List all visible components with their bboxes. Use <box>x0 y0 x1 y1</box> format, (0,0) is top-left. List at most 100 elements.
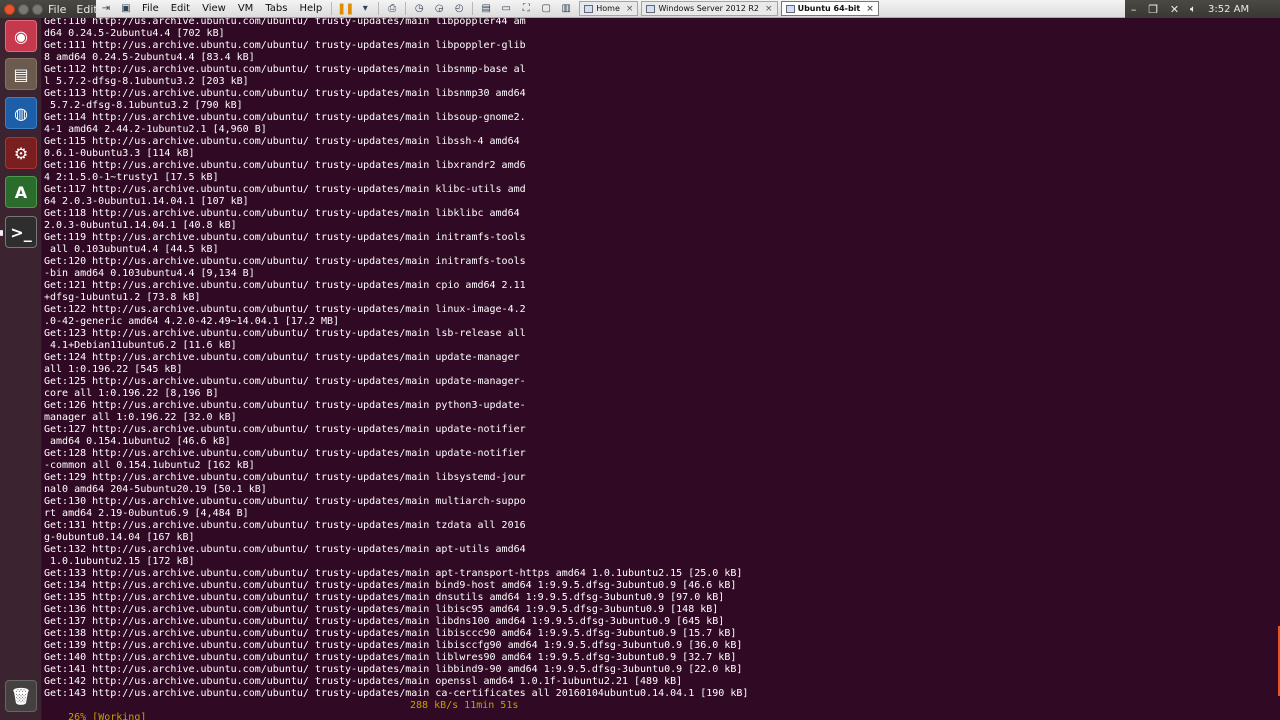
show-library-icon[interactable]: ▤ <box>479 3 493 15</box>
vm-menu-view[interactable]: View <box>196 3 232 14</box>
pause-icon[interactable]: ❚❚ <box>337 2 354 15</box>
toolbar-divider <box>378 2 380 15</box>
vm-menu-help[interactable]: Help <box>293 3 328 14</box>
restore-icon[interactable]: ❐ <box>1148 3 1158 16</box>
terminal-line: amd64 0.154.1ubuntu2 [46.6 kB] <box>44 436 231 447</box>
terminal-line: Get:133 http://us.archive.ubuntu.com/ubu… <box>44 568 743 579</box>
terminal-line: Get:139 http://us.archive.ubuntu.com/ubu… <box>44 640 743 651</box>
vm-menu-edit[interactable]: Edit <box>165 3 196 14</box>
terminal-line: Get:142 http://us.archive.ubuntu.com/ubu… <box>44 676 683 687</box>
terminal-line: Get:140 http://us.archive.ubuntu.com/ubu… <box>44 652 737 663</box>
terminal-line: Get:125 http://us.archive.ubuntu.com/ubu… <box>44 376 526 387</box>
firefox-icon[interactable]: ◍ <box>5 97 37 129</box>
terminal-line: manager all 1:0.196.22 [32.0 kB] <box>44 412 237 423</box>
terminal-line: Get:113 http://us.archive.ubuntu.com/ubu… <box>44 88 526 99</box>
vm-menu-tabs[interactable]: Tabs <box>259 3 293 14</box>
terminal-line: 5.7.2-dfsg-8.1ubuntu3.2 [790 kB] <box>44 100 243 111</box>
send-keys-icon[interactable]: ⎙ <box>385 3 399 15</box>
terminal-line: Get:120 http://us.archive.ubuntu.com/ubu… <box>44 256 526 267</box>
snapshot-revert-icon[interactable]: ◶ <box>432 3 446 15</box>
window-close-icon[interactable] <box>4 3 15 15</box>
files-icon[interactable]: ▤ <box>5 58 37 90</box>
terminal-line: Get:128 http://us.archive.ubuntu.com/ubu… <box>44 448 526 459</box>
window-maximize-icon[interactable] <box>32 3 43 15</box>
toolbar-divider <box>405 2 407 15</box>
terminal-line: Get:135 http://us.archive.ubuntu.com/ubu… <box>44 592 725 603</box>
toolbar-divider <box>331 2 333 15</box>
vm-library-icon[interactable]: ▣ <box>119 3 133 15</box>
terminal-line: Get:126 http://us.archive.ubuntu.com/ubu… <box>44 400 526 411</box>
vm-icon <box>785 4 795 13</box>
tab-ubuntu[interactable]: Ubuntu 64-bit × <box>780 1 879 16</box>
terminal-line: Get:116 http://us.archive.ubuntu.com/ubu… <box>44 160 526 171</box>
close-icon[interactable]: ✕ <box>1170 3 1179 16</box>
volume-icon[interactable]: 🔈︎ <box>1190 4 1196 15</box>
terminal-line: Get:124 http://us.archive.ubuntu.com/ubu… <box>44 352 520 363</box>
terminal-line: .0-42-generic amd64 4.2.0-42.49~14.04.1 … <box>44 316 340 327</box>
clock[interactable]: 3:52 AM <box>1208 4 1249 15</box>
terminal-line: Get:121 http://us.archive.ubuntu.com/ubu… <box>44 280 526 291</box>
terminal-line: Get:112 http://us.archive.ubuntu.com/ubu… <box>44 64 526 75</box>
close-icon[interactable]: × <box>626 4 634 14</box>
terminal-output: Get:110 http://us.archive.ubuntu.com/ubu… <box>44 18 748 700</box>
unity-launcher: ◉ ▤ ◍ ⚙ A >_ 🗑︎ <box>0 18 42 720</box>
system-settings-icon[interactable]: ⚙ <box>5 137 37 169</box>
terminal-line: Get:117 http://us.archive.ubuntu.com/ubu… <box>44 184 526 195</box>
download-rate: 288 kB/s 11min 51s <box>410 700 519 711</box>
terminal-line: l 5.7.2-dfsg-8.1ubuntu3.2 [203 kB] <box>44 76 249 87</box>
terminal-line: rt amd64 2.19-0ubuntu6.9 [4,484 B] <box>44 508 249 519</box>
dash-home-icon[interactable]: ◉ <box>5 20 37 52</box>
terminal-window[interactable]: Get:110 http://us.archive.ubuntu.com/ubu… <box>42 18 1280 720</box>
terminal-line: 1.0.1ubuntu2.15 [172 kB] <box>44 556 195 567</box>
tab-label: Ubuntu 64-bit <box>797 4 861 13</box>
terminal-line: 2.0.3-0ubuntu1.14.04.1 [40.8 kB] <box>44 220 237 231</box>
thumbnail-bar-icon[interactable]: ▭ <box>499 3 513 15</box>
terminal-line: Get:137 http://us.archive.ubuntu.com/ubu… <box>44 616 725 627</box>
close-icon[interactable]: × <box>866 4 874 14</box>
terminal-line: +dfsg-1ubuntu1.2 [73.8 kB] <box>44 292 201 303</box>
full-screen-icon[interactable]: ⛶ <box>519 3 533 15</box>
system-tray: 🔈︎ 3:52 AM <box>1190 0 1280 18</box>
chevron-down-icon[interactable]: ▾ <box>358 3 372 15</box>
tab-windows-server[interactable]: Windows Server 2012 R2 × <box>641 1 778 16</box>
vm-menu-vm[interactable]: VM <box>232 3 259 14</box>
terminal-line: Get:132 http://us.archive.ubuntu.com/ubu… <box>44 544 526 555</box>
software-center-icon[interactable]: A <box>5 176 37 208</box>
terminal-line: Get:115 http://us.archive.ubuntu.com/ubu… <box>44 136 520 147</box>
terminal-line: 8 amd64 0.24.5-2ubuntu4.4 [83.4 kB] <box>44 52 255 63</box>
trash-icon[interactable]: 🗑︎ <box>5 680 37 712</box>
ubuntu-menu-file[interactable]: File <box>43 3 71 16</box>
toolbar-divider <box>472 2 474 15</box>
terminal-line: Get:114 http://us.archive.ubuntu.com/ubu… <box>44 112 526 123</box>
terminal-line: core all 1:0.196.22 [8,196 B] <box>44 388 219 399</box>
unity-mode-icon[interactable]: ▢ <box>539 3 553 15</box>
terminal-icon[interactable]: >_ <box>5 216 37 248</box>
terminal-line: Get:111 http://us.archive.ubuntu.com/ubu… <box>44 40 526 51</box>
terminal-line: Get:143 http://us.archive.ubuntu.com/ubu… <box>44 688 749 699</box>
close-icon[interactable]: × <box>765 4 773 14</box>
host-window-controls: – ❐ ✕ <box>1125 0 1185 18</box>
terminal-line: Get:127 http://us.archive.ubuntu.com/ubu… <box>44 424 526 435</box>
terminal-line: Get:136 http://us.archive.ubuntu.com/ubu… <box>44 604 719 615</box>
terminal-line: Get:122 http://us.archive.ubuntu.com/ubu… <box>44 304 526 315</box>
minimize-icon[interactable]: – <box>1131 3 1137 16</box>
tab-home[interactable]: Home × <box>579 1 639 16</box>
terminal-line: Get:123 http://us.archive.ubuntu.com/ubu… <box>44 328 526 339</box>
terminal-line: Get:118 http://us.archive.ubuntu.com/ubu… <box>44 208 520 219</box>
terminal-line: all 0.103ubuntu4.4 [44.5 kB] <box>44 244 219 255</box>
snapshot-manager-icon[interactable]: ◴ <box>452 3 466 15</box>
console-view-icon[interactable]: ▥ <box>559 3 573 15</box>
terminal-line: 0.6.1-0ubuntu3.3 [114 kB] <box>44 148 195 159</box>
terminal-line: Get:138 http://us.archive.ubuntu.com/ubu… <box>44 628 737 639</box>
vm-menu-file[interactable]: File <box>136 3 165 14</box>
terminal-line: Get:130 http://us.archive.ubuntu.com/ubu… <box>44 496 526 507</box>
tab-label: Windows Server 2012 R2 <box>658 4 760 13</box>
send-ctrl-alt-del-icon[interactable]: ⇥ <box>99 3 113 15</box>
terminal-line: Get:119 http://us.archive.ubuntu.com/ubu… <box>44 232 526 243</box>
vmware-toolbar: ⇥ ▣ File Edit View VM Tabs Help ❚❚ ▾ ⎙ ◷… <box>96 0 1125 18</box>
terminal-line: Get:134 http://us.archive.ubuntu.com/ubu… <box>44 580 737 591</box>
window-minimize-icon[interactable] <box>18 3 29 15</box>
snapshot-take-icon[interactable]: ◷ <box>412 3 426 15</box>
progress-text: 26% [Working] <box>68 712 147 720</box>
apt-progress-line: 26% [Working] 288 kB/s 11min 51s <box>44 700 518 720</box>
